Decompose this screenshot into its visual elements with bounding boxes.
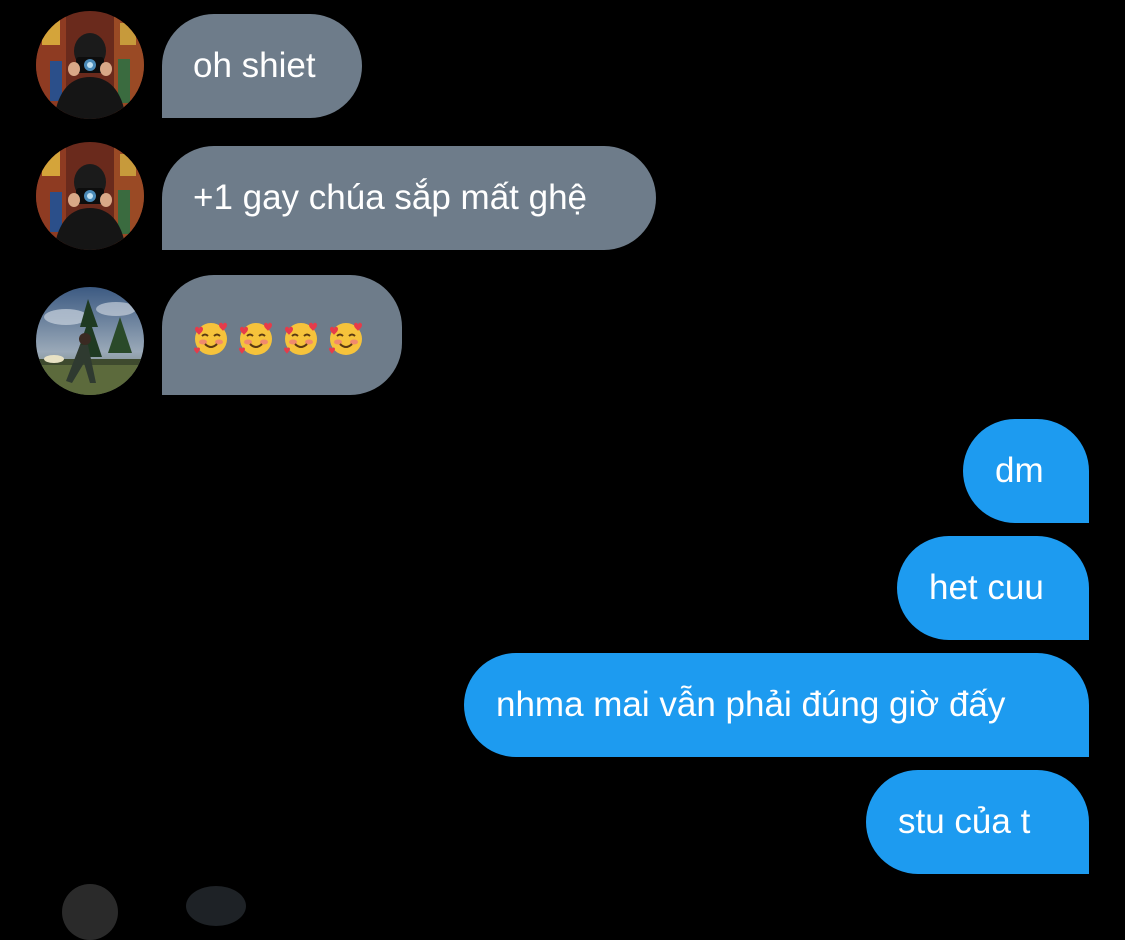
- user-b-photo: [36, 287, 144, 395]
- incoming-message-bubble[interactable]: [186, 886, 246, 926]
- message-text: stu của t: [898, 802, 1031, 841]
- conversation-view: oh shiet +1 gay chúa sắp mất ghệ dm het …: [0, 0, 1125, 940]
- message-text: +1 gay chúa sắp mất ghệ: [193, 178, 588, 217]
- message-text: het cuu: [929, 568, 1044, 607]
- incoming-message-bubble[interactable]: [162, 275, 402, 395]
- incoming-message-bubble[interactable]: oh shiet: [162, 14, 362, 118]
- avatar[interactable]: [62, 884, 118, 940]
- avatar[interactable]: [36, 287, 144, 395]
- outgoing-message-bubble[interactable]: het cuu: [897, 536, 1089, 640]
- smiling-face-with-hearts-icon: [239, 322, 272, 355]
- smiling-face-with-hearts-icon: [284, 322, 317, 355]
- message-text: oh shiet: [193, 46, 316, 85]
- outgoing-message-bubble[interactable]: stu của t: [866, 770, 1089, 874]
- smiling-face-with-hearts-icon: [329, 322, 362, 355]
- smiling-face-with-hearts-icon: [194, 322, 227, 355]
- message-text: nhma mai vẫn phải đúng giờ đấy: [496, 685, 1006, 724]
- avatar[interactable]: [36, 142, 144, 250]
- message-text: dm: [995, 451, 1044, 490]
- user-a-photo: [36, 142, 144, 250]
- emoji-group: [193, 319, 370, 359]
- user-a-photo: [36, 11, 144, 119]
- outgoing-message-bubble[interactable]: dm: [963, 419, 1089, 523]
- avatar[interactable]: [36, 11, 144, 119]
- incoming-message-bubble[interactable]: +1 gay chúa sắp mất ghệ: [162, 146, 656, 250]
- outgoing-message-bubble[interactable]: nhma mai vẫn phải đúng giờ đấy: [464, 653, 1089, 757]
